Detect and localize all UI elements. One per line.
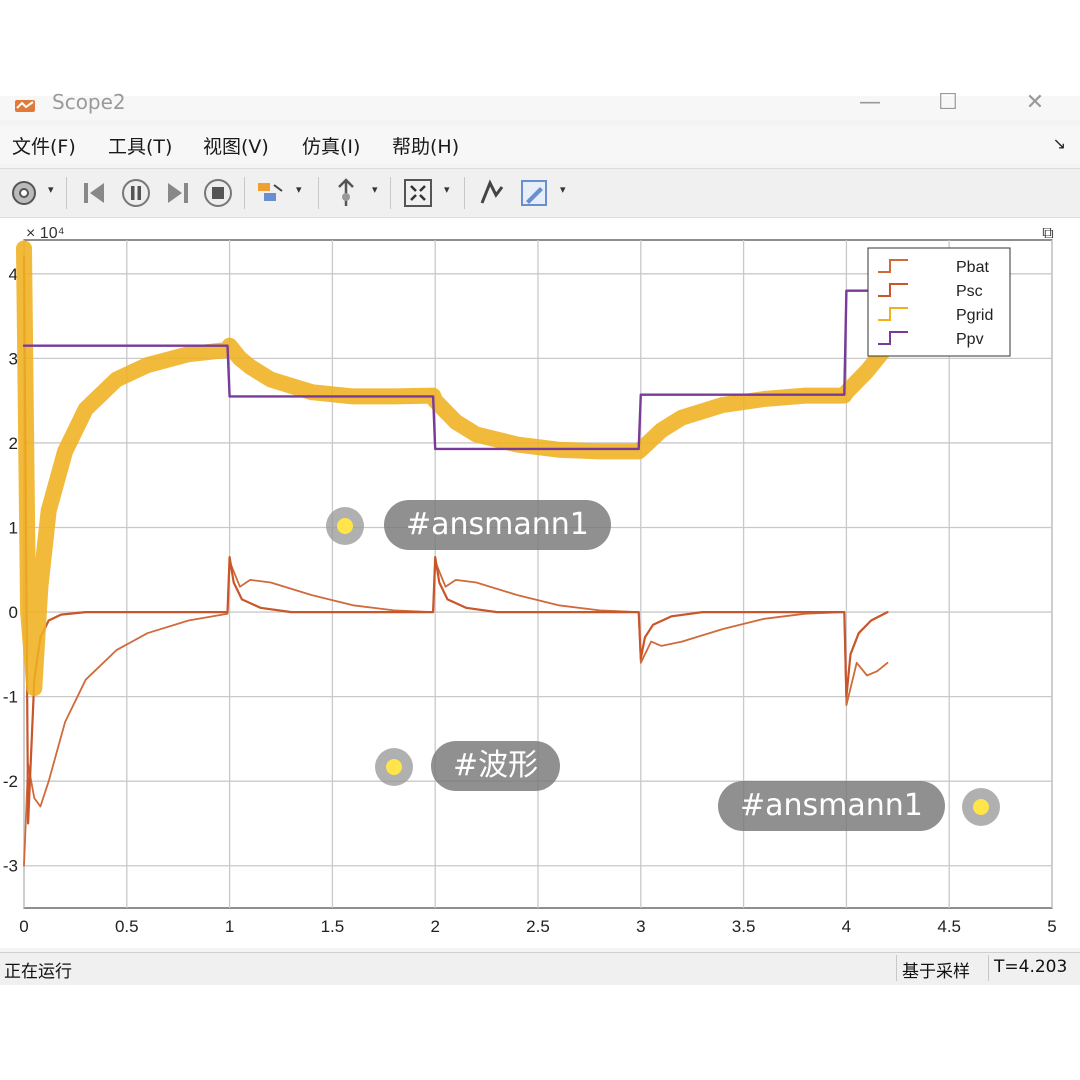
status-bar: 正在运行 基于采样 T=4.203 <box>0 952 1080 985</box>
x-tick-label: 4.5 <box>937 917 961 936</box>
title-bar: Scope2 — ☐ ✕ <box>0 90 1080 120</box>
close-button[interactable]: ✕ <box>1015 90 1055 115</box>
menu-simulation[interactable]: 仿真(I) <box>302 132 360 159</box>
x-tick-label: 2 <box>430 917 439 936</box>
x-tick-label: 1.5 <box>321 917 345 936</box>
y-tick-label: -1 <box>3 688 18 707</box>
highlight-dropdown-icon[interactable]: ▾ <box>296 183 302 196</box>
highlight-icon[interactable] <box>254 177 286 209</box>
legend-label-pbat: Pbat <box>956 259 989 276</box>
scope-chart[interactable]: 0 0.5 1 1.5 2 2.5 3 3.5 4 4.5 5-3-2-101234× 10⁴ ⧉Pb… <box>0 218 1080 948</box>
status-mode: 基于采样 <box>902 962 970 982</box>
legend-label-ppv: Ppv <box>956 331 984 348</box>
legend-label-pgrid: Pgrid <box>956 307 993 324</box>
style-icon[interactable] <box>476 177 508 209</box>
y-tick-label: -2 <box>3 772 18 791</box>
autoscale-dropdown-icon[interactable]: ▾ <box>444 183 450 196</box>
status-separator <box>988 955 989 981</box>
menu-view[interactable]: 视图(V) <box>203 132 269 159</box>
watermark-dot <box>962 788 1000 826</box>
status-separator <box>896 955 897 981</box>
toolbar-separator <box>318 177 319 209</box>
expand-plot-icon[interactable]: ⧉ <box>1042 223 1053 242</box>
status-time: T=4.203 <box>994 957 1068 977</box>
y-tick-label: -3 <box>3 857 18 876</box>
edit-dropdown-icon[interactable]: ▾ <box>560 183 566 196</box>
step-forward-icon[interactable] <box>162 177 194 209</box>
x-tick-label: 1 <box>225 917 234 936</box>
trigger-icon[interactable] <box>330 177 362 209</box>
menu-file[interactable]: 文件(F) <box>12 132 76 159</box>
undock-arrow-icon[interactable]: ↘ <box>1053 134 1066 153</box>
toolbar: ▾ ▾ ▾ ▾ ▾ <box>0 168 1080 218</box>
x-tick-label: 3.5 <box>732 917 756 936</box>
menu-tools[interactable]: 工具(T) <box>108 132 172 159</box>
settings-icon[interactable] <box>8 177 40 209</box>
x-tick-label: 0.5 <box>115 917 139 936</box>
stop-icon[interactable] <box>202 177 234 209</box>
x-tick-label: 2.5 <box>526 917 550 936</box>
edit-icon[interactable] <box>518 177 550 209</box>
toolbar-separator <box>390 177 391 209</box>
watermark-dot <box>326 507 364 545</box>
toolbar-separator <box>244 177 245 209</box>
menu-bar: 文件(F) 工具(T) 视图(V) 仿真(I) 帮助(H) ↘ <box>0 126 1080 164</box>
step-back-icon[interactable] <box>78 177 110 209</box>
legend-label-psc: Psc <box>956 283 983 300</box>
simulink-scope-icon <box>15 100 35 112</box>
y-tick-label: 3 <box>9 349 18 368</box>
y-tick-label: 1 <box>9 518 18 537</box>
window-title: Scope2 <box>52 90 126 114</box>
y-tick-label: 2 <box>9 434 18 453</box>
status-running: 正在运行 <box>4 962 72 982</box>
plot-area: 0 0.5 1 1.5 2 2.5 3 3.5 4 4.5 5 -3 -2 -1 0 1 2 3 4 × 10⁴ ⧉ Pb… <box>0 218 1080 948</box>
toolbar-separator <box>464 177 465 209</box>
y-exponent-label: × 10⁴ <box>26 225 65 242</box>
watermark-dot <box>375 748 413 786</box>
minimize-button[interactable]: — <box>850 90 890 115</box>
maximize-button[interactable]: ☐ <box>928 90 968 115</box>
watermark-waveform: #波形 <box>431 741 561 791</box>
settings-dropdown-icon[interactable]: ▾ <box>48 183 54 196</box>
x-tick-label: 5 <box>1047 917 1056 936</box>
pause-icon[interactable] <box>120 177 152 209</box>
x-tick-label: 3 <box>636 917 645 936</box>
autoscale-icon[interactable] <box>402 177 434 209</box>
watermark-ansmann1-bottom: #ansmann1 <box>718 781 945 831</box>
x-tick-label: 0 <box>19 917 28 936</box>
watermark-ansmann1-top: #ansmann1 <box>384 500 611 550</box>
menu-help[interactable]: 帮助(H) <box>392 132 459 159</box>
trigger-dropdown-icon[interactable]: ▾ <box>372 183 378 196</box>
y-tick-label: 0 <box>9 603 18 622</box>
x-tick-label: 4 <box>842 917 851 936</box>
toolbar-separator <box>66 177 67 209</box>
